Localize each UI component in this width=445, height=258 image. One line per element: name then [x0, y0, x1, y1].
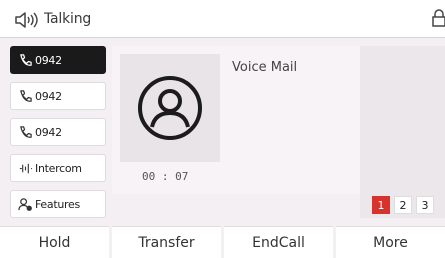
side-panel	[360, 46, 445, 218]
page-3-button[interactable]: 3	[416, 196, 434, 214]
line-key-label: 0942	[35, 89, 62, 103]
phone-icon	[20, 125, 32, 138]
page-2-button[interactable]: 2	[394, 196, 412, 214]
line-key-label: Features	[35, 197, 80, 211]
phone-icon	[20, 53, 32, 66]
line-key-label: 0942	[35, 53, 62, 67]
phone-screen: Talking 0942 0942 0942 Intercom Features…	[0, 0, 445, 258]
contact-avatar	[120, 54, 220, 162]
line-key-label: 0942	[35, 125, 62, 139]
hold-button[interactable]: Hold	[0, 226, 109, 258]
transfer-button[interactable]: Transfer	[112, 226, 221, 258]
line-key-0942-active[interactable]: 0942	[10, 46, 106, 74]
more-button[interactable]: More	[336, 226, 445, 258]
status-bar: Talking	[0, 0, 445, 38]
person-avatar-icon	[138, 76, 202, 140]
line-key-intercom[interactable]: Intercom	[10, 154, 106, 182]
page-1-button[interactable]: 1	[372, 196, 390, 214]
active-call-panel: Voice Mail 00 : 07	[112, 46, 360, 194]
features-icon	[18, 197, 32, 211]
soft-key-bar: Hold Transfer EndCall More	[0, 226, 445, 258]
line-key-label: Intercom	[35, 161, 82, 175]
speaker-icon	[15, 12, 38, 28]
call-duration: 00 : 07	[142, 170, 189, 183]
end-call-button[interactable]: EndCall	[224, 226, 333, 258]
line-key-features[interactable]: Features	[10, 190, 106, 218]
intercom-icon	[19, 163, 33, 173]
line-key-0942[interactable]: 0942	[10, 82, 106, 110]
line-key-0942[interactable]: 0942	[10, 118, 106, 146]
phone-icon	[20, 89, 32, 102]
callee-name: Voice Mail	[232, 60, 298, 75]
lock-icon	[432, 9, 445, 27]
line-key-pager: 1 2 3	[372, 196, 434, 214]
call-state-title: Talking	[44, 11, 92, 27]
